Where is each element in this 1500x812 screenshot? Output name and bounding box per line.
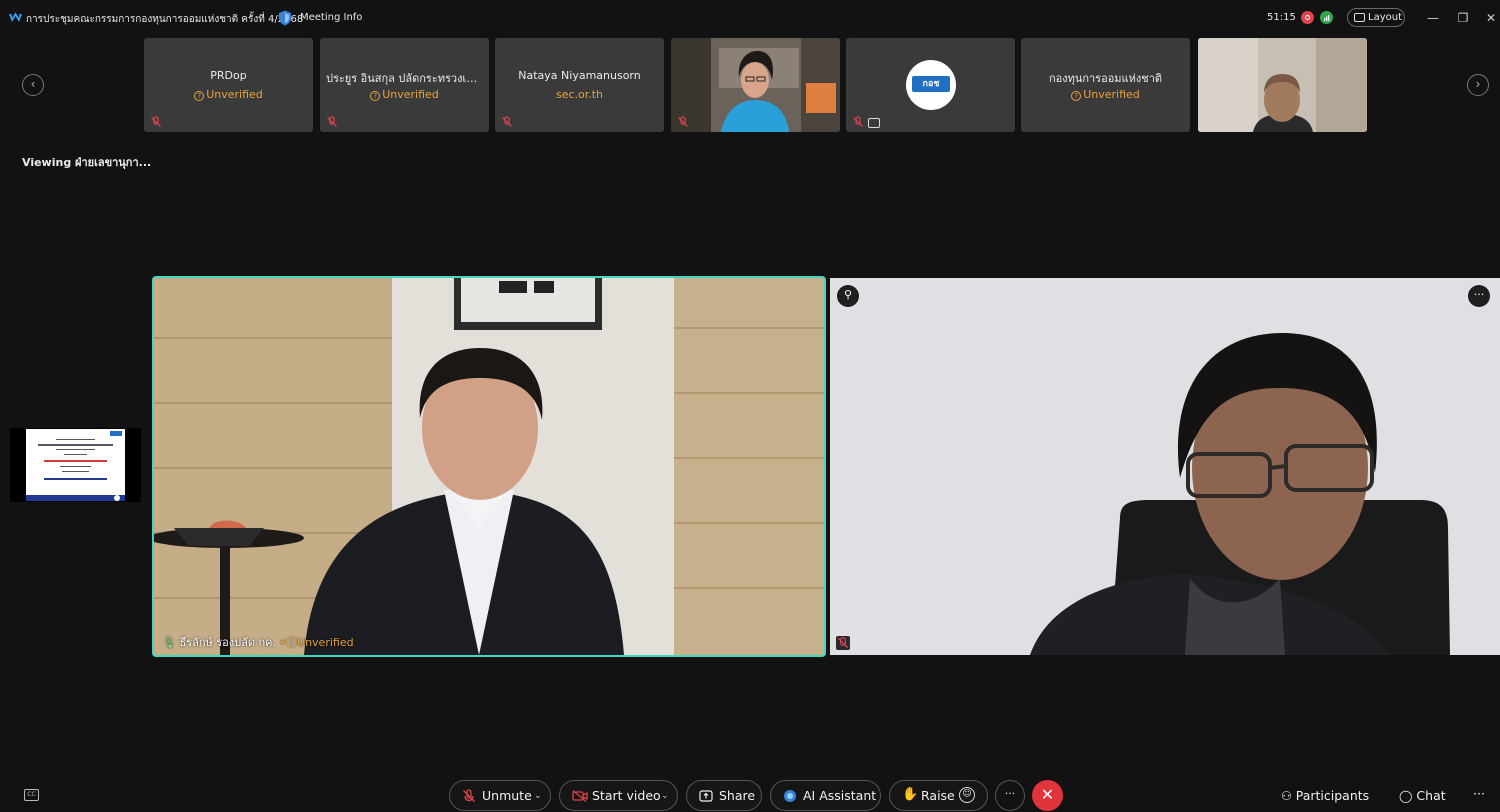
participant-main-video[interactable]: ⚲ ··· xyxy=(830,278,1500,655)
close-window-icon[interactable]: ✕ xyxy=(1481,8,1500,28)
pin-off-icon[interactable]: ⚲ xyxy=(837,285,859,307)
layout-label: Layout xyxy=(1368,12,1402,23)
participants-icon: ⚇ xyxy=(1281,789,1292,803)
layout-button[interactable]: Layout xyxy=(1347,8,1405,27)
muted-mic-icon xyxy=(327,116,337,127)
participant-tile[interactable]: PRDop ? Unverified xyxy=(144,38,313,132)
mic-on-icon: 🎙 xyxy=(162,636,176,649)
filmstrip-next-icon[interactable]: › xyxy=(1467,74,1489,96)
overflow-menu-icon[interactable]: ··· xyxy=(1473,786,1485,801)
participant-status: ? Unverified xyxy=(320,88,489,101)
share-indicator-icon xyxy=(114,495,120,501)
closed-captions-icon[interactable]: CC xyxy=(24,789,39,801)
shield-icon[interactable] xyxy=(278,10,292,26)
chat-button[interactable]: ◯ Chat xyxy=(1399,788,1446,803)
participant-video-tile[interactable] xyxy=(671,38,840,132)
muted-mic-icon xyxy=(463,789,475,802)
raise-label: Raise xyxy=(921,788,955,803)
webex-logo-icon xyxy=(9,12,22,22)
muted-mic-icon xyxy=(853,116,863,127)
viewing-share-label: Viewing ฝ่ายเลขานุกา... xyxy=(22,156,152,169)
share-screen-icon xyxy=(699,790,713,802)
unverified-icon: ⓘ xyxy=(286,636,298,649)
participant-name: กองทุนการออมแห่งชาติ xyxy=(1048,72,1163,85)
slide-logo-icon xyxy=(110,431,122,436)
unverified-icon: ? xyxy=(370,91,381,101)
unmute-label: Unmute xyxy=(482,788,532,803)
video-more-options-icon[interactable]: ··· xyxy=(1468,285,1490,307)
shared-slide xyxy=(26,429,125,501)
participant-tile[interactable]: กองทุนการออมแห่งชาติ ? Unverified xyxy=(1021,38,1190,132)
participant-name: ประยูร อินสกุล ปลัดกระทรวงเก... xyxy=(326,72,483,85)
participants-button[interactable]: ⚇ Participants xyxy=(1281,788,1369,803)
shared-content-thumbnail[interactable] xyxy=(10,428,141,502)
recording-icon[interactable] xyxy=(1301,11,1314,24)
participant-status: ? Unverified xyxy=(1021,88,1190,101)
meeting-info-button[interactable]: Meeting Info xyxy=(300,12,362,23)
participant-avatar: กอช xyxy=(906,60,956,110)
connection-signal-icon[interactable] xyxy=(1320,11,1333,24)
leave-meeting-button[interactable]: ✕ xyxy=(1032,780,1063,811)
muted-mic-icon xyxy=(678,116,688,127)
speaker-name: ธีรลักษ์ รองปลัด กค. xyxy=(179,636,277,649)
nsf-logo-icon: กอช xyxy=(912,76,950,92)
participant-name: Nataya Niyamanusorn xyxy=(518,69,641,82)
muted-mic-icon xyxy=(502,116,512,127)
layout-icon xyxy=(1354,13,1365,22)
meeting-timer: 51:15 xyxy=(1267,12,1296,23)
reactions-icon[interactable]: ☺ xyxy=(959,787,975,803)
share-label: Share xyxy=(719,788,756,803)
participant-domain: sec.or.th xyxy=(555,88,604,101)
chat-icon: ◯ xyxy=(1399,789,1413,803)
ai-assistant-button[interactable]: AI Assistant xyxy=(770,780,881,811)
title-bar: การประชุมคณะกรรมการกองทุนการออมแห่งชาติ … xyxy=(0,0,1500,36)
chevron-down-icon[interactable]: ⌄ xyxy=(534,791,542,801)
speaker-video-feed xyxy=(154,278,824,655)
participant-video xyxy=(1198,38,1367,132)
close-icon: ✕ xyxy=(1040,785,1055,804)
muted-mic-icon xyxy=(151,116,161,127)
raise-hand-button[interactable]: ✋ Raise ☺ xyxy=(889,780,988,811)
restore-window-icon[interactable]: ❐ xyxy=(1453,8,1473,28)
active-speaker-video[interactable]: 🎙 ธีรลักษ์ รองปลัด กค. •ⓘUnverified xyxy=(152,276,826,657)
raise-hand-icon: ✋ xyxy=(902,787,919,802)
participant-video-feed xyxy=(830,278,1500,655)
ai-assistant-label: AI Assistant xyxy=(803,788,877,803)
share-button[interactable]: Share xyxy=(686,780,762,811)
speaker-status: •ⓘUnverified xyxy=(279,636,354,649)
unverified-icon: ? xyxy=(1071,91,1082,101)
participants-label: Participants xyxy=(1295,788,1370,803)
participant-status: ? Unverified xyxy=(144,88,313,101)
participant-name: PRDop xyxy=(210,69,247,82)
start-video-label: Start video xyxy=(592,788,661,803)
start-video-button[interactable]: Start video ⌄ xyxy=(559,780,678,811)
screen-share-icon xyxy=(868,118,880,128)
chevron-down-icon[interactable]: ⌄ xyxy=(661,791,669,801)
participant-tile[interactable]: ประยูร อินสกุล ปลัดกระทรวงเก... ? Unverif… xyxy=(320,38,489,132)
unverified-icon: ? xyxy=(194,91,205,101)
participant-tile[interactable]: Nataya Niyamanusorn sec.or.th xyxy=(495,38,664,132)
minimize-window-icon[interactable]: — xyxy=(1423,8,1443,28)
participant-video-tile[interactable] xyxy=(1198,38,1367,132)
more-options-button[interactable]: ··· xyxy=(995,780,1025,811)
ai-assistant-icon xyxy=(784,790,796,802)
muted-mic-icon xyxy=(836,636,850,650)
meeting-title: การประชุมคณะกรรมการกองทุนการออมแห่งชาติ … xyxy=(26,14,304,25)
filmstrip-previous-icon[interactable]: ‹ xyxy=(22,74,44,96)
chat-label: Chat xyxy=(1416,788,1446,803)
participant-tile[interactable]: กอช xyxy=(846,38,1015,132)
video-off-icon xyxy=(572,790,588,802)
participant-video xyxy=(671,38,840,132)
speaker-name-bar: 🎙 ธีรลักษ์ รองปลัด กค. •ⓘUnverified xyxy=(162,633,354,651)
unmute-button[interactable]: Unmute ⌄ xyxy=(449,780,551,811)
